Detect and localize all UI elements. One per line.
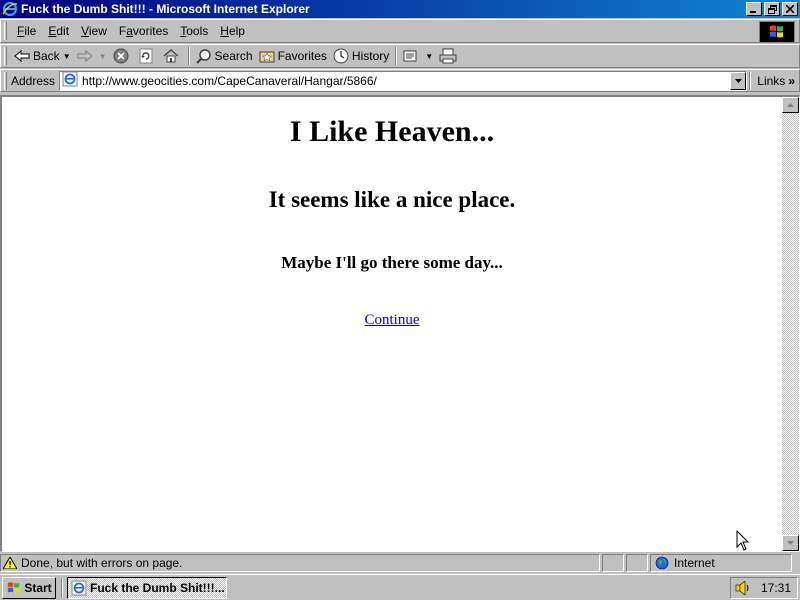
menu-bar: File Edit View Favorites Tools Help (0, 19, 800, 43)
address-field[interactable] (59, 70, 748, 91)
address-input[interactable] (82, 73, 723, 88)
start-button[interactable]: Start (2, 576, 56, 599)
favorites-icon (259, 51, 275, 63)
favorites-label: Favorites (277, 49, 327, 63)
printer-icon (439, 48, 457, 64)
windows-flag-icon (770, 25, 783, 38)
zone-label: Internet (674, 556, 715, 570)
vertical-scrollbar[interactable] (782, 97, 799, 551)
speaker-volume-icon[interactable] (735, 581, 751, 595)
page-ie-icon (62, 71, 78, 90)
stop-button[interactable] (110, 46, 135, 66)
warning-icon (3, 557, 17, 569)
status-security-panel (626, 554, 648, 572)
links-toolbar[interactable]: Links » (749, 71, 795, 90)
history-label: History (351, 49, 390, 63)
stop-icon (113, 48, 129, 64)
menu-file[interactable]: File (11, 24, 42, 38)
search-label: Search (214, 49, 253, 63)
mail-icon (403, 50, 417, 62)
page-heading-2: It seems like a nice place. (268, 187, 516, 212)
history-icon (333, 48, 349, 64)
back-label: Back (33, 49, 60, 63)
arrow-up-icon (787, 103, 794, 107)
home-icon (163, 49, 178, 63)
start-label: Start (24, 580, 52, 595)
close-icon (786, 5, 794, 13)
minimize-icon (750, 11, 756, 13)
standard-toolbar: Back ▼ ▼ Search Favorites History ▼ (0, 44, 800, 68)
refresh-button[interactable] (135, 46, 160, 66)
toolbar-separator (187, 47, 190, 65)
windows-throbber-logo (759, 21, 795, 43)
links-label[interactable]: Links (757, 74, 785, 88)
scroll-up-button[interactable] (782, 97, 799, 113)
page-heading-1: I Like Heaven... (289, 115, 495, 148)
chevron-down-icon (734, 78, 742, 83)
forward-arrow-icon (77, 50, 93, 62)
taskbar-ie-window-button[interactable]: Fuck the Dumb Shit!!!... (67, 576, 227, 599)
history-button[interactable]: History (330, 46, 392, 66)
system-tray: 17:31 (730, 577, 798, 599)
back-button[interactable]: Back ▼ (11, 46, 74, 66)
forward-dropdown-icon[interactable]: ▼ (99, 52, 107, 61)
search-button[interactable]: Search (193, 46, 256, 66)
links-separator (749, 71, 752, 90)
menu-tools[interactable]: Tools (174, 24, 214, 38)
status-message: Done, but with errors on page. (21, 556, 183, 570)
close-button[interactable] (782, 2, 798, 16)
page-heading-3: Maybe I'll go there some day... (281, 253, 503, 272)
scroll-down-button[interactable] (782, 535, 799, 551)
restore-icon (767, 4, 777, 14)
ie-logo-icon (71, 580, 87, 595)
title-bar[interactable]: Fuck the Dumb Shit!!! - Microsoft Intern… (0, 0, 800, 18)
windows-flag-icon (8, 581, 20, 593)
refresh-icon (139, 48, 153, 64)
forward-button[interactable]: ▼ (74, 46, 110, 66)
chevron-right-icon[interactable]: » (788, 74, 795, 88)
mouse-cursor-icon (736, 530, 750, 551)
menu-favorites[interactable]: Favorites (113, 24, 174, 38)
address-label: Address (11, 73, 56, 88)
taskbar-separator (61, 577, 63, 598)
ie-logo-icon (2, 1, 18, 17)
minimize-button[interactable] (746, 2, 762, 16)
arrow-down-icon (787, 541, 794, 545)
print-button[interactable] (436, 46, 463, 66)
status-bar: Done, but with errors on page. Internet (0, 553, 800, 573)
window-title: Fuck the Dumb Shit!!! - Microsoft Intern… (21, 2, 310, 16)
favorites-button[interactable]: Favorites (256, 46, 330, 66)
menu-edit[interactable]: Edit (42, 24, 75, 38)
mail-dropdown-icon[interactable]: ▼ (425, 52, 433, 61)
status-zone-panel: Internet (650, 554, 792, 572)
browser-viewport: I Like Heaven... It seems like a nice pl… (0, 95, 800, 552)
address-dropdown-button[interactable] (730, 71, 747, 90)
mail-button[interactable]: ▼ (400, 46, 436, 66)
taskbar-window-label: Fuck the Dumb Shit!!!... (90, 580, 225, 595)
home-button[interactable] (160, 46, 185, 66)
restore-button[interactable] (764, 2, 780, 16)
status-message-panel[interactable]: Done, but with errors on page. (0, 554, 600, 572)
globe-icon (655, 556, 669, 570)
menu-view[interactable]: View (75, 24, 113, 38)
addressbar-grip[interactable] (4, 71, 7, 90)
web-page: I Like Heaven... It seems like a nice pl… (2, 97, 782, 551)
address-bar: Address Links » (0, 69, 800, 92)
menubar-grip[interactable] (4, 22, 7, 40)
taskbar: Start Fuck the Dumb Shit!!!... 17:31 (0, 574, 800, 600)
back-dropdown-icon[interactable]: ▼ (63, 52, 71, 61)
toolbar-separator (395, 47, 398, 65)
menu-help[interactable]: Help (214, 24, 251, 38)
status-progress-panel (602, 554, 624, 572)
search-icon (195, 49, 211, 64)
continue-link[interactable]: Continue (2, 312, 782, 329)
clock[interactable]: 17:31 (761, 581, 791, 595)
back-arrow-icon (14, 50, 30, 62)
toolbar-grip[interactable] (4, 47, 7, 65)
